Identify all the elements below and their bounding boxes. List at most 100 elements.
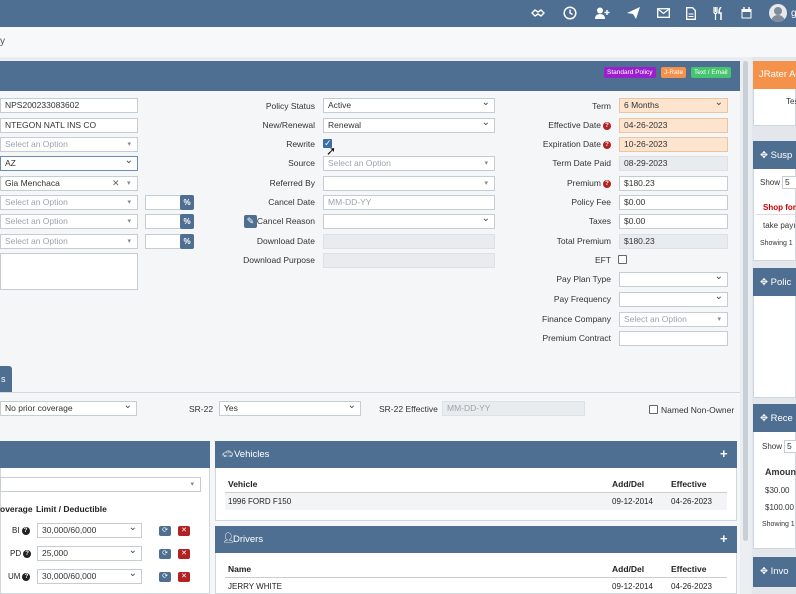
pay-frequency-label: Pay Frequency: [553, 294, 611, 304]
delete-icon[interactable]: ✕: [178, 549, 190, 559]
option-select-2[interactable]: Select an Option: [0, 214, 138, 229]
premium-contract-label: Premium Contract: [542, 333, 612, 343]
amount-column-header: Amoun: [765, 467, 796, 477]
vehicle-cell[interactable]: 1996 FORD F150: [228, 497, 291, 506]
envelope-icon[interactable]: [655, 5, 671, 21]
policy-number-field[interactable]: NPS200233083602: [0, 98, 138, 113]
refresh-icon[interactable]: ⟳: [159, 572, 171, 582]
divider: [225, 577, 727, 578]
download-date-label: Download Date: [256, 236, 315, 246]
option-select-3[interactable]: Select an Option: [0, 234, 138, 249]
agent-select[interactable]: Gia Menchaca ✕ ▾: [0, 176, 138, 191]
standard-policy-badge[interactable]: Standard Policy: [604, 67, 656, 78]
suspense-item-link[interactable]: Shop for: [763, 203, 796, 212]
total-premium-label: Total Premium: [556, 236, 611, 246]
eft-checkbox[interactable]: [618, 255, 627, 264]
show-count-select[interactable]: 5: [784, 440, 796, 453]
user-name-initial[interactable]: g: [791, 8, 796, 19]
top-navbar: [0, 0, 796, 27]
clear-icon[interactable]: ✕: [112, 177, 120, 190]
help-icon[interactable]: ?: [23, 550, 32, 558]
coverage-code: PD?: [10, 549, 32, 558]
sr22-select[interactable]: Yes: [219, 401, 361, 416]
user-avatar[interactable]: [769, 4, 787, 22]
effective-column-header: Effective: [671, 479, 707, 489]
cancel-reason-select[interactable]: [323, 214, 495, 229]
company-select[interactable]: Select an Option: [0, 137, 138, 152]
effective-date-input[interactable]: 04-26-2023: [619, 118, 728, 133]
suspense-panel-header[interactable]: ✥ Susp: [753, 141, 796, 169]
download-purpose-field: [323, 253, 495, 268]
percent-input-2[interactable]: [145, 214, 181, 229]
policy-panel-header[interactable]: ✥ Polic: [753, 268, 796, 296]
info-icon[interactable]: ?: [603, 141, 611, 149]
jrater-panel-header[interactable]: JRater Ac: [753, 61, 796, 89]
suspense-item-link[interactable]: take payı: [763, 221, 795, 230]
source-select[interactable]: Select an Option: [323, 156, 495, 171]
um-limit-select[interactable]: 30,000/60,000: [37, 569, 142, 584]
calendar-icon[interactable]: [738, 5, 754, 21]
finance-company-select[interactable]: Select an Option: [619, 312, 728, 327]
new-renewal-select[interactable]: Renewal: [323, 118, 495, 133]
paper-plane-icon[interactable]: [625, 5, 641, 21]
carrier-field[interactable]: NTEGON NATL INS CO: [0, 118, 138, 133]
add-vehicle-button[interactable]: +: [720, 446, 728, 461]
text-email-badge[interactable]: Text / Email: [691, 67, 731, 78]
handshake-icon[interactable]: [530, 5, 546, 21]
percent-input-3[interactable]: [145, 234, 181, 249]
eft-label: EFT: [594, 255, 611, 265]
percent-input-1[interactable]: [145, 195, 181, 210]
edit-pencil-icon[interactable]: ✎: [244, 215, 257, 228]
driver-name-cell[interactable]: JERRY WHITE: [228, 582, 282, 591]
sr22-effective-input[interactable]: MM-DD-YY: [442, 401, 585, 416]
effective-cell: 04-26-2023: [671, 582, 712, 591]
limit-column-header: Limit / Deductible: [36, 504, 107, 514]
help-icon[interactable]: ?: [21, 527, 30, 535]
premium-contract-input[interactable]: [619, 331, 728, 346]
info-icon[interactable]: ?: [603, 122, 611, 130]
policy-status-select[interactable]: Active: [323, 98, 495, 113]
help-icon[interactable]: ?: [22, 573, 31, 581]
coverage-package-select[interactable]: [0, 477, 201, 492]
option-select-1[interactable]: Select an Option: [0, 195, 138, 210]
policy-fee-input[interactable]: $0.00: [619, 195, 728, 210]
premium-input[interactable]: $180.23: [619, 176, 728, 191]
state-select[interactable]: AZ: [0, 156, 138, 171]
taxes-input[interactable]: $0.00: [619, 214, 728, 229]
section-tab[interactable]: s: [0, 366, 12, 392]
source-label: Source: [288, 158, 315, 168]
effective-date-label: Effective Date?: [548, 120, 611, 130]
add-driver-button[interactable]: +: [720, 531, 728, 546]
delete-icon[interactable]: ✕: [178, 526, 190, 536]
show-count-select[interactable]: 5: [782, 176, 796, 189]
clock-icon[interactable]: [562, 5, 578, 21]
prior-coverage-select[interactable]: No prior coverage: [0, 401, 137, 416]
drivers-panel-header: [215, 526, 737, 553]
add-user-icon[interactable]: [594, 5, 610, 21]
expiration-date-input[interactable]: 10-26-2023: [619, 137, 728, 152]
bi-limit-select[interactable]: 30,000/60,000: [37, 523, 142, 538]
scrollbar-thumb[interactable]: [743, 61, 748, 541]
info-icon[interactable]: ?: [603, 180, 611, 188]
sub-header-bar: [0, 27, 796, 57]
refresh-icon[interactable]: ⟳: [159, 549, 171, 559]
pd-limit-select[interactable]: 25,000: [37, 546, 142, 561]
add-del-cell: 09-12-2014: [612, 582, 653, 591]
notes-textarea[interactable]: [0, 253, 138, 290]
delete-icon[interactable]: ✕: [178, 572, 190, 582]
named-non-owner-checkbox[interactable]: [649, 405, 658, 414]
cancel-date-input[interactable]: MM-DD-YY: [323, 195, 495, 210]
receipt-amount[interactable]: $30.00: [765, 486, 789, 495]
pay-plan-type-select[interactable]: [619, 272, 728, 287]
invoices-panel-header[interactable]: ✥ Invo: [753, 557, 796, 587]
document-icon[interactable]: [683, 5, 699, 21]
term-select[interactable]: 6 Months: [619, 98, 728, 113]
referred-by-select[interactable]: [323, 176, 495, 191]
receipt-amount[interactable]: $100.00: [765, 503, 794, 512]
utensils-icon[interactable]: [710, 5, 726, 21]
refresh-icon[interactable]: ⟳: [159, 526, 171, 536]
jrate-badge[interactable]: J-Rate: [661, 67, 687, 78]
pay-frequency-select[interactable]: [619, 292, 728, 307]
effective-cell: 04-26-2023: [671, 497, 712, 506]
receipts-panel-header[interactable]: ✥ Rece: [753, 404, 796, 432]
